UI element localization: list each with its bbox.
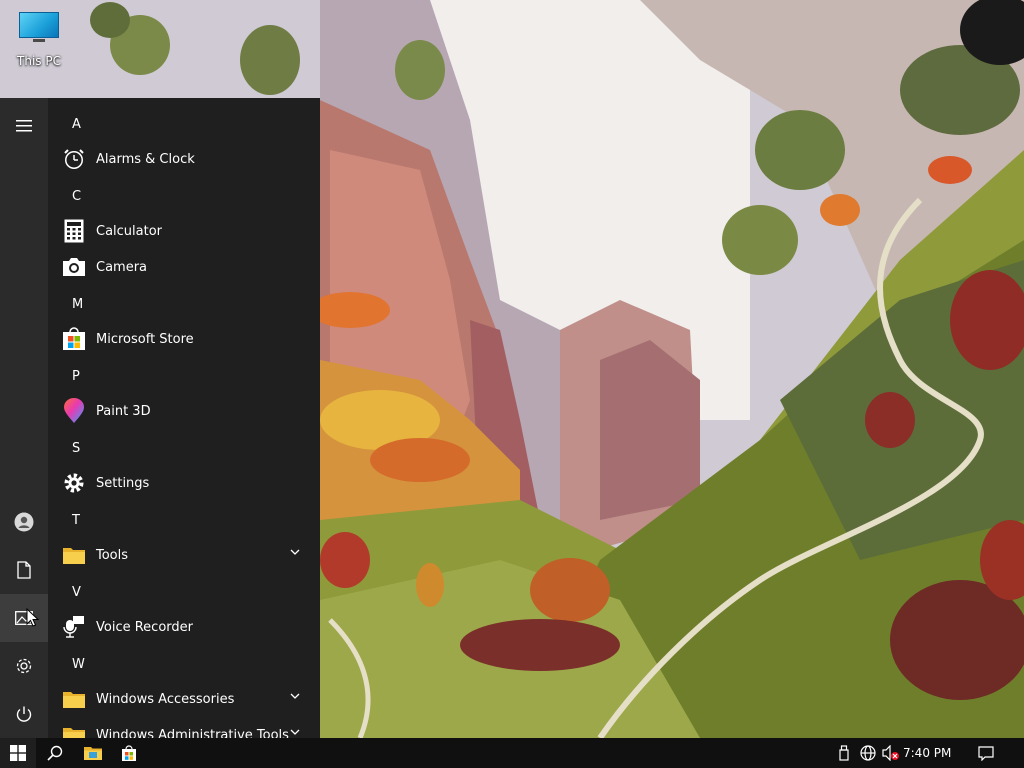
settings-rail-button[interactable] bbox=[0, 642, 48, 690]
app-label: Camera bbox=[96, 259, 148, 275]
folder-icon bbox=[60, 721, 88, 738]
settings-icon bbox=[60, 469, 88, 497]
windows-start-icon bbox=[10, 745, 26, 761]
start-button[interactable] bbox=[0, 738, 36, 768]
power-button[interactable] bbox=[0, 690, 48, 738]
search-icon bbox=[47, 745, 63, 761]
taskbar: 7:40 PM bbox=[0, 738, 1024, 768]
store-bag-icon bbox=[122, 745, 136, 761]
desktop-icon-label: This PC bbox=[17, 54, 61, 68]
letter-header-s[interactable]: S bbox=[72, 431, 112, 467]
usb-device-button[interactable] bbox=[834, 738, 854, 768]
letter-header-t[interactable]: T bbox=[72, 503, 112, 539]
start-menu: A Alarms & Clock C Calculator Camera M M… bbox=[0, 98, 320, 738]
file-explorer-button[interactable] bbox=[76, 738, 110, 768]
app-settings[interactable]: Settings bbox=[56, 465, 314, 501]
app-alarms-clock[interactable]: Alarms & Clock bbox=[56, 141, 314, 177]
alarm-clock-icon bbox=[60, 145, 88, 173]
app-paint-3d[interactable]: Paint 3D bbox=[56, 393, 314, 429]
app-label: Microsoft Store bbox=[96, 331, 194, 347]
app-label: Paint 3D bbox=[96, 403, 151, 419]
action-center-button[interactable] bbox=[972, 738, 1000, 768]
volume-button[interactable] bbox=[880, 738, 902, 768]
action-center-icon bbox=[978, 745, 994, 761]
app-voice-recorder[interactable]: Voice Recorder bbox=[56, 609, 314, 645]
file-explorer-icon bbox=[84, 746, 102, 760]
documents-icon bbox=[17, 561, 31, 579]
folder-icon bbox=[60, 685, 88, 713]
app-calculator[interactable]: Calculator bbox=[56, 213, 314, 249]
microphone-icon bbox=[60, 613, 88, 641]
letter-header-w[interactable]: W bbox=[72, 647, 112, 683]
app-folder-tools[interactable]: Tools bbox=[56, 537, 314, 573]
volume-muted-icon bbox=[882, 745, 899, 761]
app-label: Settings bbox=[96, 475, 150, 491]
start-menu-rail bbox=[0, 98, 48, 738]
app-label: Windows Accessories bbox=[96, 691, 235, 707]
hamburger-menu-icon bbox=[16, 120, 32, 132]
hamburger-menu-button[interactable] bbox=[0, 102, 48, 150]
app-label: Voice Recorder bbox=[96, 619, 193, 635]
paint3d-icon bbox=[60, 397, 88, 425]
letter-header-p[interactable]: P bbox=[72, 359, 112, 395]
mouse-cursor-icon bbox=[26, 608, 40, 627]
letter-header-a[interactable]: A bbox=[72, 107, 112, 143]
settings-gear-icon bbox=[16, 658, 32, 674]
desktop-icon-this-pc[interactable]: This PC bbox=[10, 8, 68, 78]
camera-icon bbox=[60, 253, 88, 281]
documents-button[interactable] bbox=[0, 546, 48, 594]
user-account-icon bbox=[14, 512, 34, 532]
user-account-button[interactable] bbox=[0, 498, 48, 546]
usb-device-icon bbox=[839, 745, 849, 761]
chevron-down-icon[interactable] bbox=[290, 727, 300, 737]
power-icon bbox=[16, 706, 32, 722]
this-pc-icon bbox=[19, 12, 59, 42]
app-label: Alarms & Clock bbox=[96, 151, 195, 167]
network-button[interactable] bbox=[856, 738, 880, 768]
app-camera[interactable]: Camera bbox=[56, 249, 314, 285]
pictures-button[interactable] bbox=[0, 594, 48, 642]
folder-icon bbox=[60, 541, 88, 569]
chevron-down-icon[interactable] bbox=[290, 547, 300, 557]
chevron-down-icon[interactable] bbox=[290, 691, 300, 701]
app-label: Tools bbox=[96, 547, 129, 563]
app-folder-windows-accessories[interactable]: Windows Accessories bbox=[56, 681, 314, 717]
app-label: Windows Administrative Tools bbox=[96, 727, 289, 739]
letter-header-c[interactable]: C bbox=[72, 179, 112, 215]
app-microsoft-store[interactable]: Microsoft Store bbox=[56, 321, 314, 357]
store-icon bbox=[60, 325, 88, 353]
store-taskbar-button[interactable] bbox=[112, 738, 146, 768]
letter-header-m[interactable]: M bbox=[72, 287, 112, 323]
app-folder-windows-administrative-tools[interactable]: Windows Administrative Tools bbox=[56, 717, 314, 738]
search-button[interactable] bbox=[38, 738, 72, 768]
letter-header-v[interactable]: V bbox=[72, 575, 112, 611]
app-label: Calculator bbox=[96, 223, 163, 239]
network-globe-icon bbox=[860, 745, 876, 761]
app-list: A Alarms & Clock C Calculator Camera M M… bbox=[48, 98, 320, 738]
calculator-icon bbox=[60, 217, 88, 245]
taskbar-clock[interactable]: 7:40 PM bbox=[903, 738, 951, 768]
